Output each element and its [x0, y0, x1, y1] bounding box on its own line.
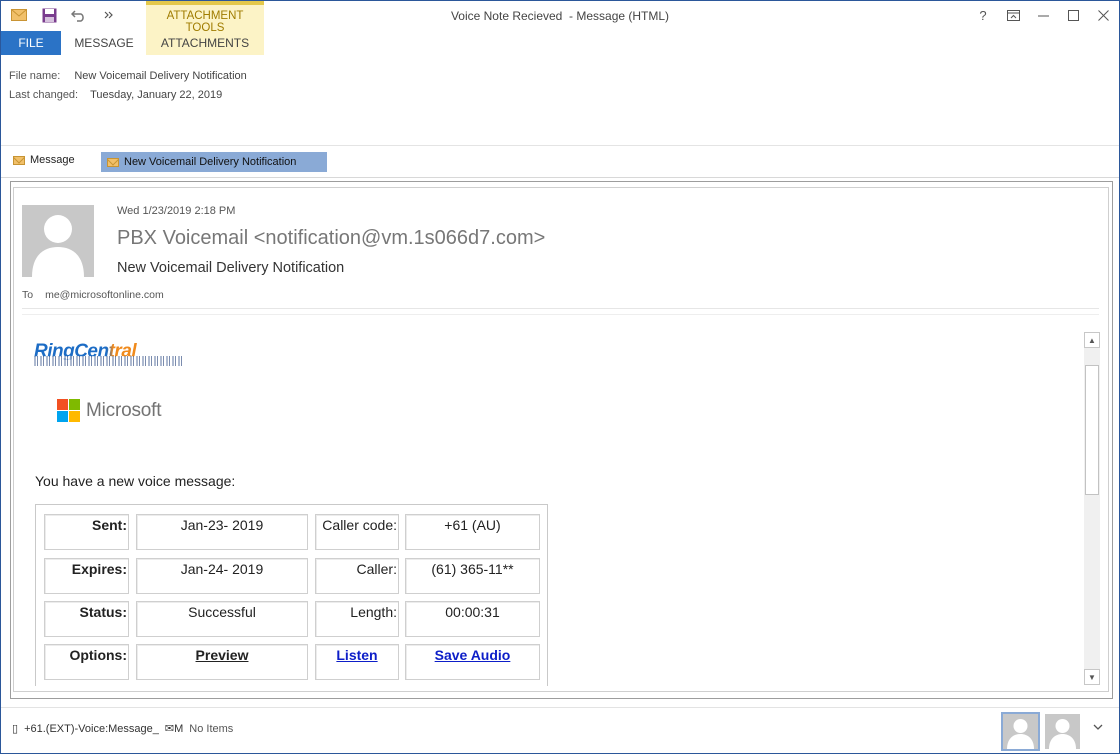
window-title: Voice Note Recieved - Message (HTML) — [450, 9, 670, 23]
save-audio-link[interactable]: Save Audio — [435, 647, 511, 663]
attachment-bar: Message New Voicemail Delivery Notificat… — [1, 151, 1119, 173]
to-label: To — [22, 289, 34, 301]
sent-value: Jan-23- 2019 — [136, 514, 308, 550]
ribbon-display-options-icon[interactable] — [1001, 5, 1025, 25]
people-avatar[interactable] — [1045, 714, 1080, 749]
scroll-up-icon[interactable]: ▲ — [1084, 332, 1100, 348]
options-label: Options: — [44, 644, 129, 680]
people-pane-items: No Items — [189, 722, 234, 735]
attachment-selected-item[interactable]: New Voicemail Delivery Notification — [101, 152, 327, 172]
contact-card-icon: ▯ — [12, 723, 19, 735]
length-value: 00:00:31 — [405, 601, 540, 637]
ringcentral-logo: RingCentral — [34, 342, 186, 367]
sent-label: Sent: — [44, 514, 129, 550]
scrollbar-thumb[interactable] — [1085, 365, 1099, 495]
people-pane-info: ▯ +61.(EXT)-Voice:Message_ ✉M No Items — [12, 722, 234, 736]
message-sender[interactable]: PBX Voicemail <notification@vm.1s066d7.c… — [117, 227, 545, 250]
tab-attachments[interactable]: ATTACHMENTS — [146, 31, 264, 55]
status-value: Successful — [136, 601, 308, 637]
help-button[interactable]: ? — [971, 5, 995, 25]
save-audio-cell: Save Audio — [405, 644, 540, 680]
caller-code-value: +61 (AU) — [405, 514, 540, 550]
people-pane-bar: ▯ +61.(EXT)-Voice:Message_ ✉M No Items — [1, 707, 1119, 753]
voicemail-details-table: Sent: Jan-23- 2019 Caller code: +61 (AU)… — [35, 504, 548, 686]
caller-label: Caller: — [315, 558, 399, 594]
microsoft-logo-icon — [57, 399, 80, 422]
tab-message[interactable]: MESSAGE — [67, 31, 141, 55]
body-scrollbar[interactable]: ▲ ▼ — [1084, 332, 1100, 685]
last-changed-value: Tuesday, January 22, 2019 — [90, 89, 223, 101]
message-subject: New Voicemail Delivery Notification — [117, 260, 345, 276]
to-address[interactable]: me@microsoftonline.com — [45, 289, 164, 301]
message-date: Wed 1/23/2019 2:18 PM — [117, 205, 236, 217]
close-icon[interactable] — [1091, 5, 1115, 25]
outlook-message-window: ATTACHMENT TOOLS Voice Note Recieved - M… — [0, 0, 1120, 754]
attachment-selected-label: New Voicemail Delivery Notification — [124, 156, 297, 168]
scroll-down-icon[interactable]: ▼ — [1084, 669, 1100, 685]
divider — [22, 308, 1099, 309]
status-label: Status: — [44, 601, 129, 637]
people-avatar-selected[interactable] — [1001, 712, 1040, 751]
minimize-icon[interactable] — [1031, 5, 1055, 25]
expires-label: Expires: — [44, 558, 129, 594]
ringcentral-logo-tagline — [34, 356, 184, 366]
listen-cell: Listen — [315, 644, 399, 680]
listen-link[interactable]: Listen — [336, 647, 377, 663]
length-label: Length: — [315, 601, 399, 637]
caller-value: (61) 365-11** — [405, 558, 540, 594]
collapse-people-pane-icon[interactable] — [1093, 720, 1103, 734]
microsoft-logo-text: Microsoft — [86, 399, 162, 421]
file-info: File name: New Voicemail Delivery Notifi… — [9, 70, 247, 108]
title-bar: ATTACHMENT TOOLS Voice Note Recieved - M… — [1, 1, 1119, 34]
people-pane-group[interactable]: +61.(EXT)-Voice:Message_ — [24, 723, 159, 735]
divider — [1, 177, 1119, 178]
preview-link[interactable]: Preview — [196, 647, 249, 663]
sender-avatar[interactable] — [22, 205, 94, 277]
maximize-icon[interactable] — [1061, 5, 1085, 25]
attachment-message-label: Message — [30, 154, 75, 166]
file-name-label: File name: — [9, 70, 61, 82]
expires-value: Jan-24- 2019 — [136, 558, 308, 594]
ribbon-tabs: FILE MESSAGE ATTACHMENTS — [1, 31, 1119, 55]
people-pane-separator: ✉M — [164, 723, 184, 735]
last-changed-label: Last changed: — [9, 89, 79, 101]
message-recipients: To me@microsoftonline.com — [22, 289, 164, 301]
voicemail-intro: You have a new voice message: — [35, 473, 236, 489]
preview-cell: Preview — [136, 644, 308, 680]
envelope-icon — [13, 155, 25, 165]
divider — [1, 145, 1119, 146]
envelope-icon — [107, 157, 119, 167]
microsoft-logo: Microsoft — [57, 399, 161, 422]
tab-file[interactable]: FILE — [1, 31, 61, 55]
window-controls: ? — [971, 5, 1115, 25]
divider — [22, 314, 1099, 315]
file-name-value: New Voicemail Delivery Notification — [74, 70, 247, 82]
attachment-message-item[interactable]: Message — [13, 154, 75, 166]
caller-code-label: Caller code: — [315, 514, 399, 550]
